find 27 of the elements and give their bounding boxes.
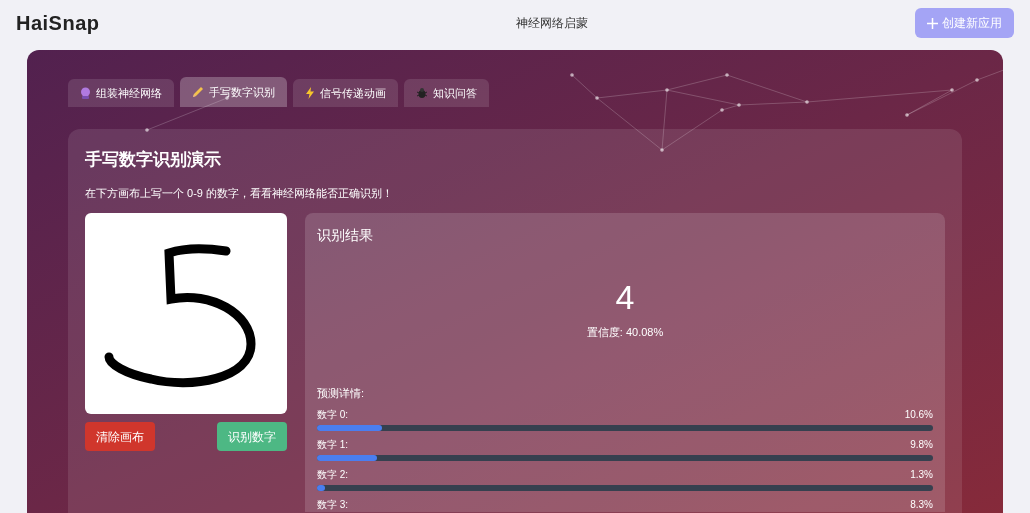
tab[interactable]: 手写数字识别	[180, 77, 287, 107]
result-title: 识别结果	[317, 226, 374, 245]
crystal-ball-icon	[80, 87, 91, 99]
prediction-value: 9.8%	[910, 438, 933, 452]
drawing-canvas[interactable]	[85, 213, 287, 414]
tab[interactable]: 组装神经网络	[68, 79, 174, 107]
details-title: 预测详情:	[317, 385, 366, 401]
logo: HaiSnap	[16, 11, 100, 36]
bug-icon	[416, 87, 428, 99]
clear-canvas-button[interactable]: 清除画布	[85, 422, 155, 451]
page-title: 神经网络启蒙	[516, 15, 589, 32]
lightning-icon	[305, 87, 315, 99]
confidence-text: 置信度: 40.08%	[586, 325, 664, 340]
tab[interactable]: 知识问答	[404, 79, 489, 107]
predicted-digit: 4	[615, 280, 635, 314]
tab[interactable]: 信号传递动画	[293, 79, 398, 107]
prediction-label: 数字 0:	[317, 408, 349, 422]
pencil-icon	[192, 86, 204, 98]
panel-subtitle: 在下方画布上写一个 0-9 的数字，看看神经网络能否正确识别！	[85, 185, 394, 201]
prediction-value: 1.3%	[910, 468, 933, 482]
prediction-value: 8.3%	[910, 498, 933, 512]
prediction-label: 数字 3:	[317, 498, 349, 512]
prediction-label: 数字 1:	[317, 438, 349, 452]
plus-icon	[927, 17, 938, 29]
panel-title: 手写数字识别演示	[85, 149, 222, 171]
prediction-label: 数字 2:	[317, 468, 349, 482]
prediction-value: 10.6%	[904, 408, 933, 422]
